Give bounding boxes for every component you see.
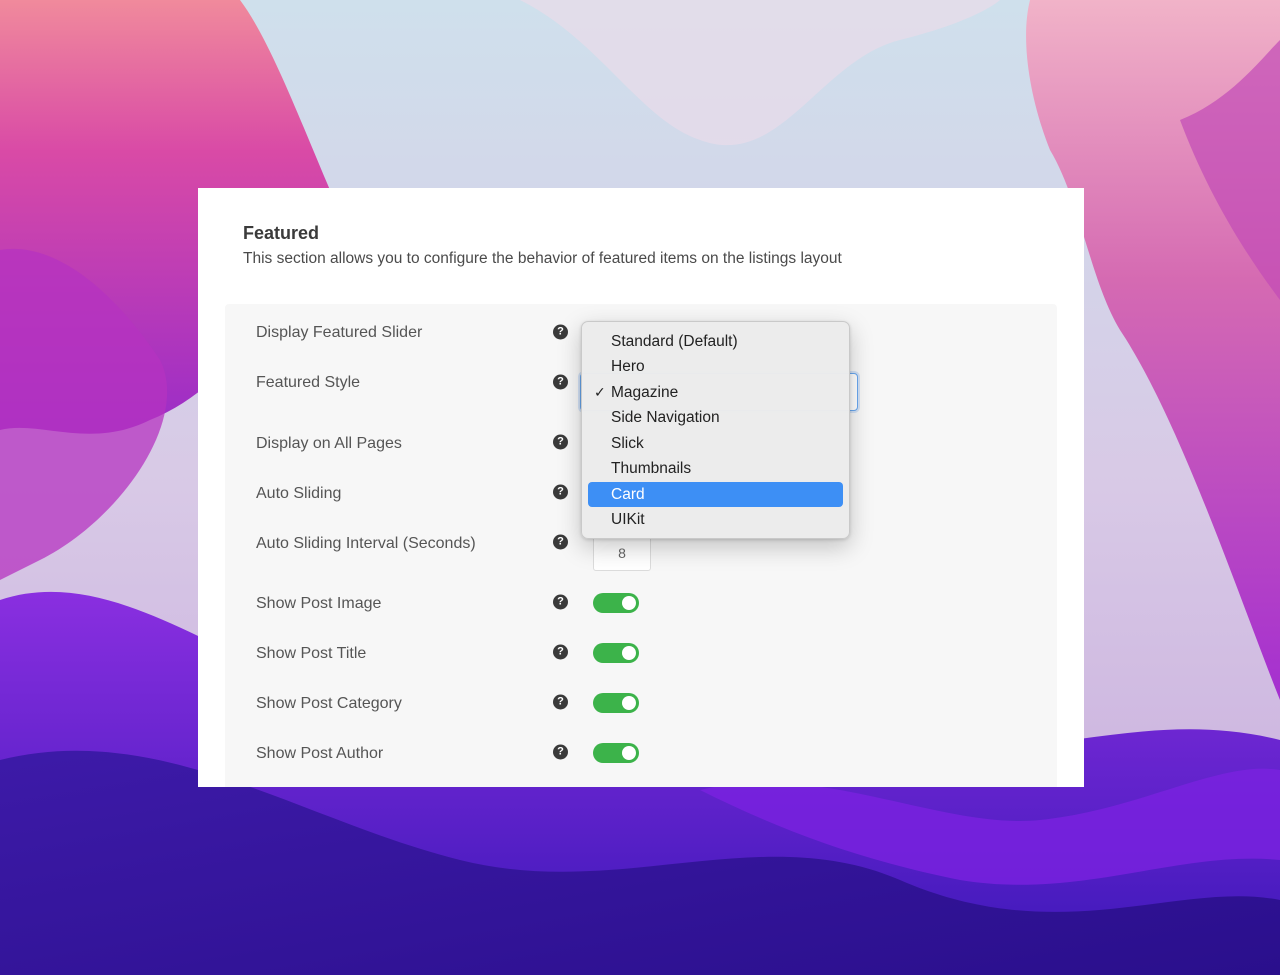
help-icon[interactable]: ? (553, 374, 568, 390)
help-icon[interactable]: ? (553, 644, 568, 660)
show-post-category-toggle[interactable] (593, 693, 639, 713)
toggle-knob (622, 646, 636, 660)
dropdown-option-side-navigation[interactable]: Side Navigation (588, 405, 843, 430)
setting-label-auto-sliding: Auto Sliding (256, 485, 342, 502)
help-icon[interactable]: ? (553, 694, 568, 710)
setting-label-featured-style: Featured Style (256, 374, 361, 391)
toggle-knob (622, 596, 636, 610)
help-icon[interactable]: ? (553, 434, 568, 450)
show-post-title-toggle[interactable] (593, 643, 639, 663)
dropdown-option-label: Magazine (611, 384, 679, 401)
section-title: Featured (243, 223, 320, 243)
help-icon[interactable]: ? (553, 324, 568, 340)
help-icon[interactable]: ? (553, 534, 568, 550)
toggle-knob (622, 696, 636, 710)
show-post-author-toggle[interactable] (593, 743, 639, 763)
dropdown-option-card[interactable]: Card (588, 482, 843, 507)
setting-label-show-post-image: Show Post Image (256, 595, 382, 612)
toggle-knob (622, 746, 636, 760)
help-icon[interactable]: ? (553, 484, 568, 500)
dropdown-option-thumbnails[interactable]: Thumbnails (588, 456, 843, 481)
auto-sliding-interval-input[interactable]: 8 (593, 535, 651, 571)
help-icon[interactable]: ? (553, 744, 568, 760)
setting-label-show-post-author: Show Post Author (256, 745, 384, 762)
setting-label-auto-sliding-interval: Auto Sliding Interval (Seconds) (256, 535, 476, 552)
show-post-image-toggle[interactable] (593, 593, 639, 613)
dropdown-option-uikit[interactable]: UIKit (588, 507, 843, 532)
setting-label-show-post-category: Show Post Category (256, 695, 402, 712)
setting-label-display-on-all-pages: Display on All Pages (256, 435, 402, 452)
setting-label-show-post-title: Show Post Title (256, 645, 367, 662)
setting-label-display-featured-slider: Display Featured Slider (256, 324, 423, 341)
featured-style-dropdown-menu: Standard (Default) Hero ✓ Magazine Side … (581, 321, 850, 539)
dropdown-option-slick[interactable]: Slick (588, 431, 843, 456)
checkmark-icon: ✓ (594, 384, 606, 400)
dropdown-option-magazine[interactable]: ✓ Magazine (588, 380, 843, 405)
dropdown-option-hero[interactable]: Hero (588, 354, 843, 379)
dropdown-option-standard[interactable]: Standard (Default) (588, 329, 843, 354)
section-description: This section allows you to configure the… (243, 250, 842, 267)
help-icon[interactable]: ? (553, 594, 568, 610)
